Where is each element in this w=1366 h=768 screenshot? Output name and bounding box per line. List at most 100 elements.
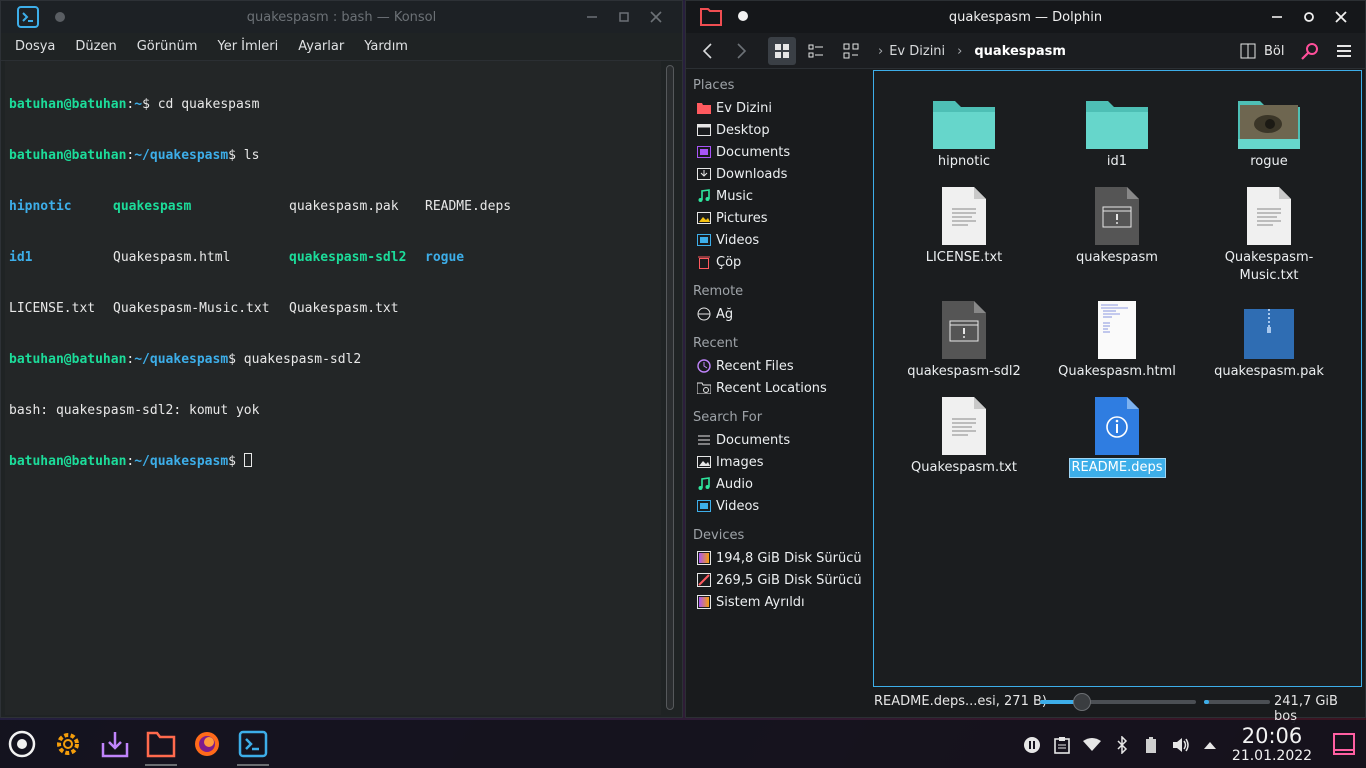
show-desktop-icon[interactable] (1332, 732, 1356, 756)
application-launcher-icon[interactable] (4, 726, 40, 762)
ls-entry: Quakespasm.html (113, 250, 231, 265)
pictures-icon (697, 211, 711, 225)
device-disk-1[interactable]: 194,8 GiB Disk Sürücü (686, 547, 872, 569)
search-audio[interactable]: Audio (686, 473, 872, 495)
keep-above-icon[interactable] (738, 11, 748, 21)
file-item-quakespasm-music[interactable]: Quakespasm- Music.txt (1194, 177, 1344, 285)
konsole-titlebar[interactable]: quakespasm : bash — Konsol (1, 1, 682, 33)
place-recent-locations[interactable]: Recent Locations (686, 377, 872, 399)
dolphin-taskbar-icon[interactable] (143, 726, 179, 766)
desktop-icon (697, 123, 711, 137)
file-item-id1[interactable]: id1 (1042, 81, 1192, 171)
file-item-rogue[interactable]: rogue (1194, 81, 1344, 171)
tray-expand-icon[interactable] (1201, 736, 1219, 754)
discover-store-icon[interactable] (97, 726, 133, 762)
file-item-quakespasm[interactable]: quakespasm (1042, 177, 1192, 267)
file-name: hipnotic (937, 154, 991, 169)
place-network[interactable]: Ağ (686, 303, 872, 325)
clock-time[interactable]: 20:06 (1228, 724, 1316, 748)
compact-view-icon[interactable] (802, 37, 830, 65)
split-label: Böl (1264, 43, 1285, 59)
details-view-icon[interactable] (837, 37, 865, 65)
back-icon[interactable] (694, 37, 722, 65)
menu-yardim[interactable]: Yardım (354, 39, 418, 54)
file-item-quakespasm-sdl2[interactable]: quakespasm-sdl2 (889, 291, 1039, 381)
menu-duzen[interactable]: Düzen (65, 39, 126, 54)
file-item-license[interactable]: LICENSE.txt (889, 177, 1039, 267)
status-text: README.deps...esi, 271 B) (874, 694, 1047, 709)
wifi-icon[interactable] (1083, 736, 1101, 754)
bluetooth-icon[interactable] (1113, 736, 1131, 754)
menu-gorunum[interactable]: Görünüm (127, 39, 208, 54)
device-disk-2[interactable]: 269,5 GiB Disk Sürücü (686, 569, 872, 591)
konsole-menubar: Dosya Düzen Görünüm Yer İmleri Ayarlar Y… (1, 33, 682, 61)
search-documents[interactable]: Documents (686, 429, 872, 451)
search-images[interactable]: Images (686, 451, 872, 473)
device-system-reserved[interactable]: Sistem Ayrıldı (686, 591, 872, 613)
file-item-hipnotic[interactable]: hipnotic (889, 81, 1039, 171)
battery-icon[interactable] (1142, 736, 1160, 754)
place-trash[interactable]: Çöp (686, 251, 872, 273)
konsole-app-icon[interactable] (17, 6, 39, 28)
file-item-readme-deps[interactable]: README.deps (1042, 387, 1192, 478)
minimize-icon[interactable] (582, 7, 602, 27)
maximize-icon[interactable] (1299, 7, 1319, 27)
chevron-right-icon: › (957, 43, 963, 59)
place-music[interactable]: Music (686, 185, 872, 207)
split-button[interactable]: Böl (1240, 43, 1284, 59)
konsole-taskbar-icon[interactable] (235, 726, 271, 766)
place-documents[interactable]: Documents (686, 141, 872, 163)
volume-icon[interactable] (1172, 736, 1190, 754)
folder-thumbnail-icon (1238, 101, 1300, 149)
file-item-quakespasm-html[interactable]: Quakespasm.html (1042, 291, 1192, 381)
clock-date[interactable]: 21.01.2022 (1228, 748, 1316, 764)
minimize-icon[interactable] (1267, 7, 1287, 27)
close-icon[interactable] (646, 7, 666, 27)
prompt-path: ~/quakespasm (134, 352, 229, 367)
place-recent-files[interactable]: Recent Files (686, 355, 872, 377)
folder-app-icon[interactable] (700, 6, 722, 30)
place-videos[interactable]: Videos (686, 229, 872, 251)
prompt-user: batuhan@batuhan (9, 97, 127, 112)
media-pause-icon[interactable] (1023, 736, 1041, 754)
info-file-icon (1095, 397, 1139, 455)
chevron-right-icon: › (878, 43, 884, 59)
hamburger-menu-icon[interactable] (1330, 37, 1358, 65)
place-downloads[interactable]: Downloads (686, 163, 872, 185)
place-label: Recent Files (716, 358, 794, 374)
ls-entry: LICENSE.txt (9, 301, 96, 316)
close-icon[interactable] (1331, 7, 1351, 27)
place-label: Videos (716, 498, 760, 514)
browser-icon[interactable] (189, 726, 225, 762)
menu-dosya[interactable]: Dosya (5, 39, 65, 54)
menu-ayarlar[interactable]: Ayarlar (288, 39, 354, 54)
file-item-quakespasm-pak[interactable]: quakespasm.pak (1194, 291, 1344, 381)
ls-entry-dir: id1 (9, 250, 33, 265)
breadcrumb-current[interactable]: quakespasm (974, 44, 1066, 59)
place-label: Documents (716, 144, 791, 160)
place-pictures[interactable]: Pictures (686, 207, 872, 229)
clipboard-icon[interactable] (1053, 736, 1071, 754)
icons-view-icon[interactable] (768, 37, 796, 65)
file-view[interactable]: hipnotic id1 rogue LICENSE.txt quakespas… (873, 70, 1362, 687)
search-videos[interactable]: Videos (686, 495, 872, 517)
keep-above-icon[interactable] (55, 12, 65, 22)
file-item-quakespasm-txt[interactable]: Quakespasm.txt (889, 387, 1039, 477)
ls-entry-dir: hipnotic (9, 199, 72, 214)
menu-yer-imleri[interactable]: Yer İmleri (207, 39, 288, 54)
place-desktop[interactable]: Desktop (686, 119, 872, 141)
zoom-slider-handle[interactable] (1073, 693, 1092, 711)
recent-header: Recent (693, 336, 738, 351)
maximize-icon[interactable] (614, 7, 634, 27)
dolphin-titlebar[interactable]: quakespasm — Dolphin (686, 1, 1365, 33)
prompt-path: ~ (134, 97, 143, 112)
breadcrumb-home[interactable]: Ev Dizini (889, 44, 945, 59)
system-settings-icon[interactable] (50, 726, 86, 762)
text-cursor (243, 453, 252, 467)
search-icon[interactable] (1296, 37, 1324, 65)
terminal-scrollbar[interactable] (666, 65, 674, 710)
recent-files-icon (697, 359, 711, 373)
forward-icon[interactable] (727, 37, 755, 65)
place-home[interactable]: Ev Dizini (686, 97, 872, 119)
terminal-output[interactable]: batuhan@batuhan: ~ $ cd quakespasm batuhan… (5, 61, 661, 715)
